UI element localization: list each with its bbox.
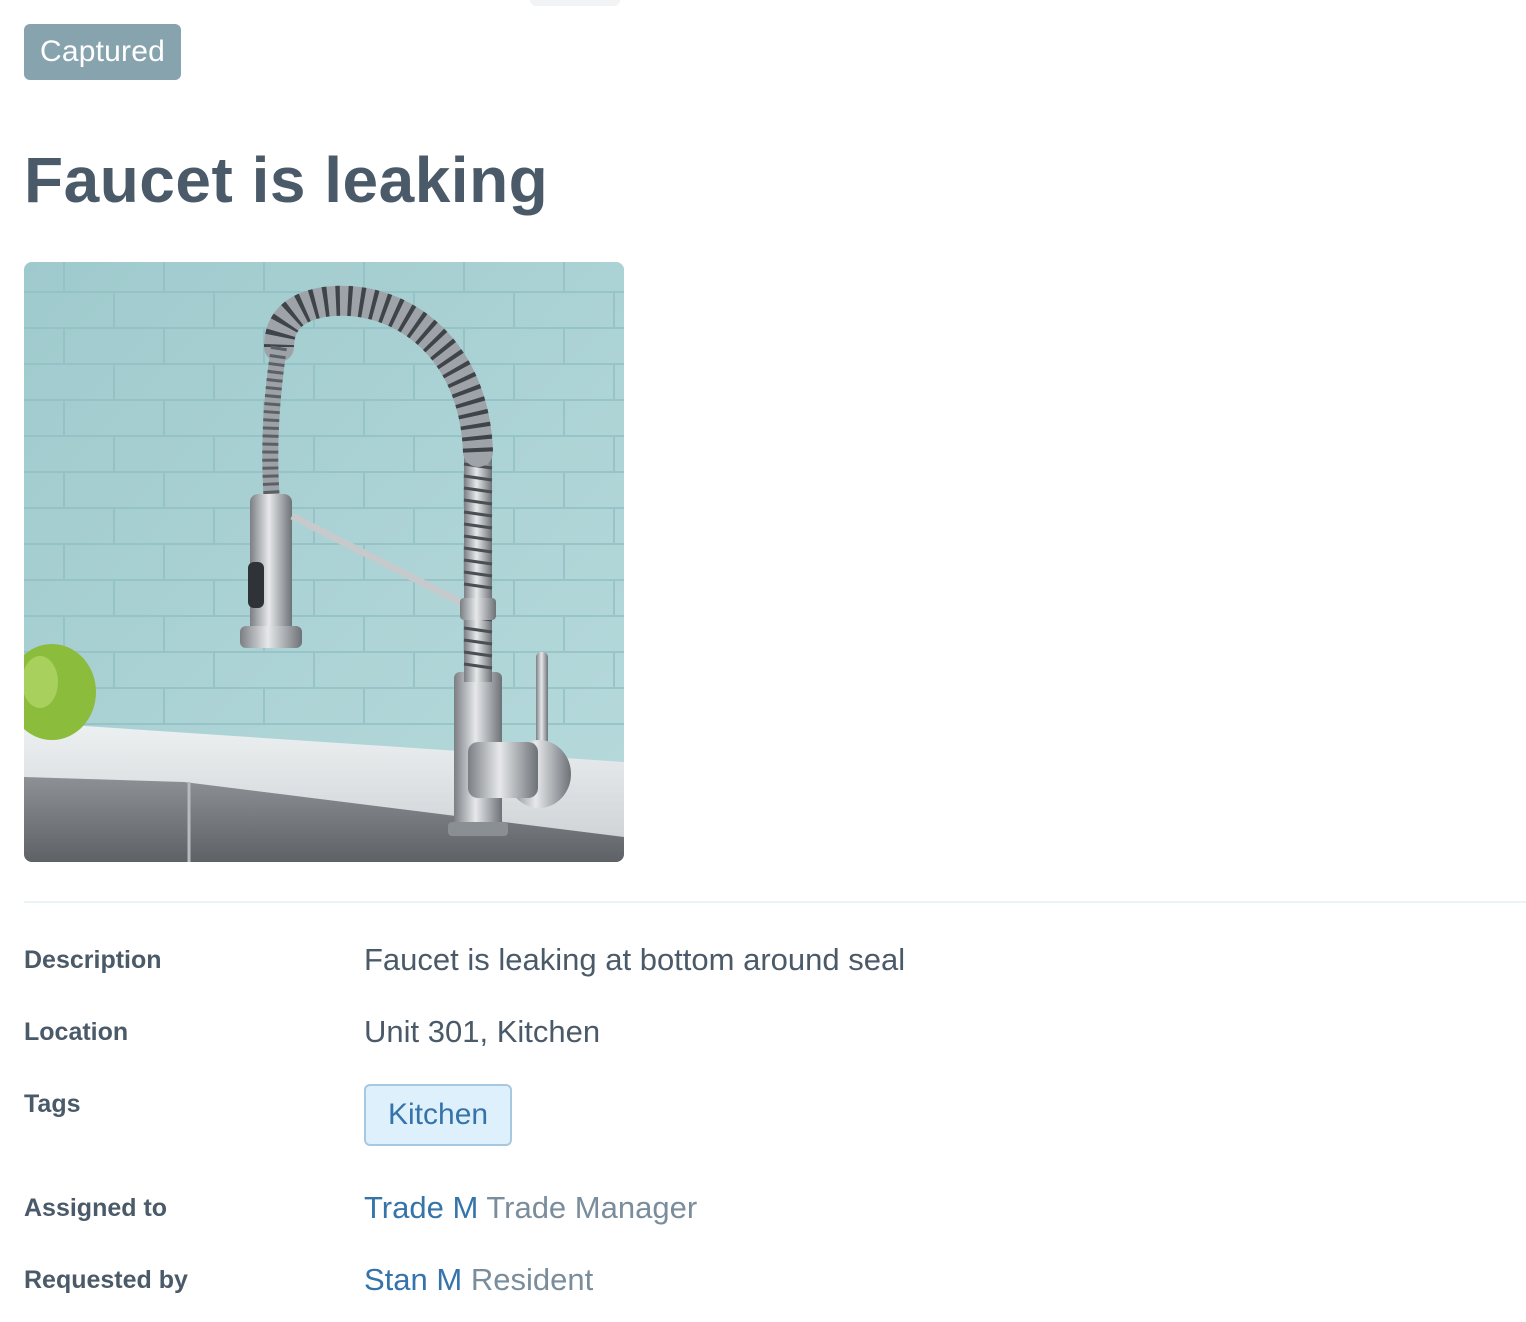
description-label: Description [24,946,162,974]
requested-by-label: Requested by [24,1266,188,1294]
requested-by-user-link[interactable]: Stan M [364,1262,462,1297]
faucet-photo-illustration [24,262,624,862]
assigned-to-user-link[interactable]: Trade M [364,1190,478,1225]
requested-by-role: Resident [470,1262,594,1297]
page-title: Faucet is leaking [24,144,549,216]
section-divider [24,901,1526,903]
assigned-to-label: Assigned to [24,1194,168,1222]
location-label: Location [24,1018,129,1046]
assigned-to-role: Trade Manager [486,1190,698,1225]
assigned-to-value: Trade M Trade Manager [364,1190,697,1226]
tags-label: Tags [24,1090,81,1118]
top-edge-decoration [530,0,620,6]
description-value: Faucet is leaking at bottom around seal [364,942,906,977]
location-value: Unit 301, Kitchen [364,1014,601,1049]
requested-by-value: Stan M Resident [364,1262,593,1298]
tag-kitchen[interactable]: Kitchen [364,1084,513,1146]
request-photo[interactable] [24,262,624,862]
status-badge: Captured [24,24,182,80]
